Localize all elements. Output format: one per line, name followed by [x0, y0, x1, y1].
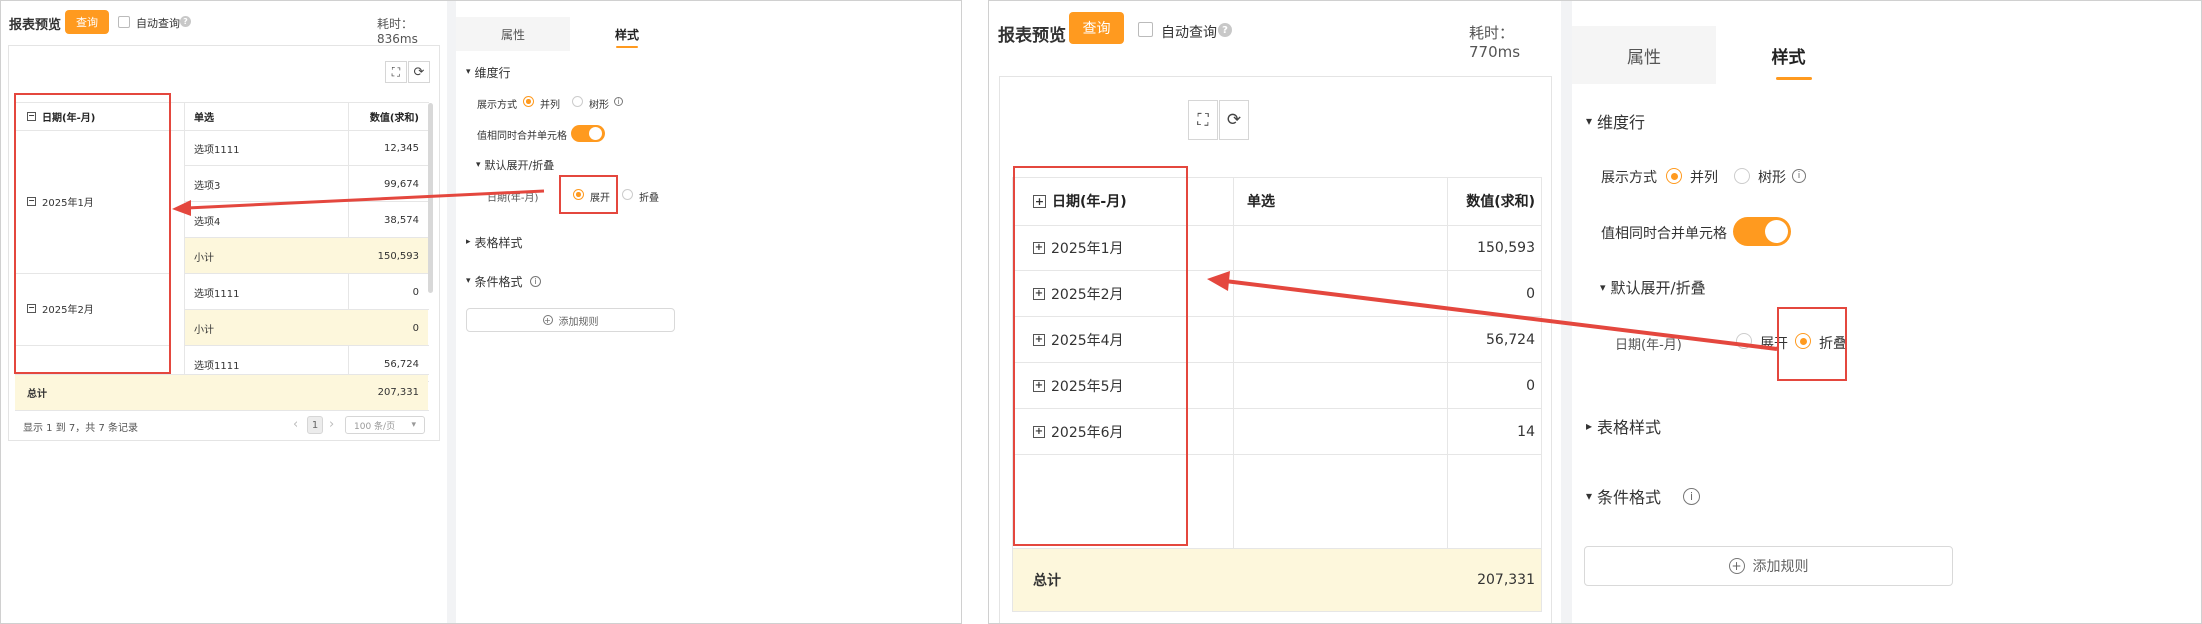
screenshot-expanded: 报表预览 查询 自动查询 ? 耗时：836ms ⛶ ⟳ − 日期(年-月) 单选 …: [0, 0, 962, 624]
annotation-arrow: [172, 189, 545, 216]
annotation-arrow: [1207, 271, 1778, 351]
screenshot-collapsed: 报表预览 查询 自动查询 ? 耗时：770ms ⛶ ⟳ + 日期(年-月) 单选 …: [988, 0, 2202, 624]
